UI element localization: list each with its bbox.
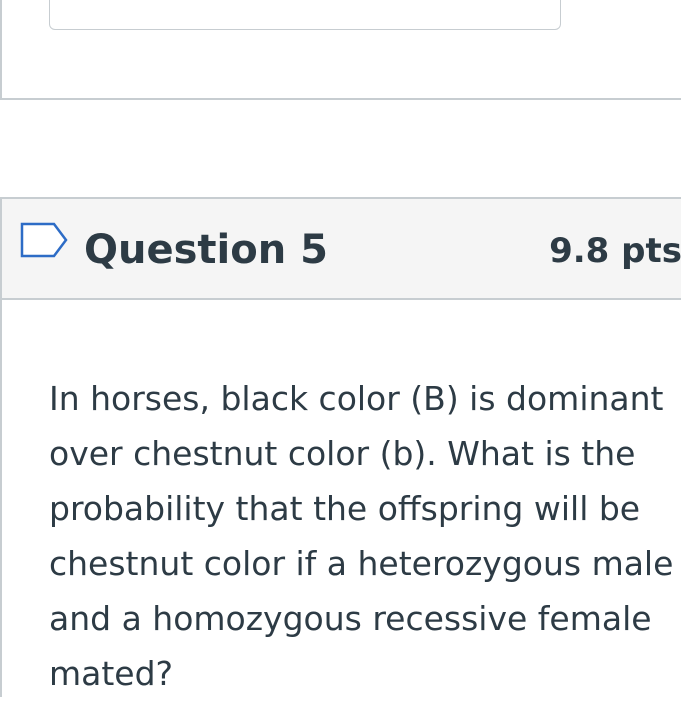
question-text: In horses, black color (B) is dominant o… (49, 379, 674, 693)
question-header: Question 5 9.8 pts (2, 199, 681, 300)
question-points: 9.8 pts (549, 231, 681, 271)
previous-answer-field[interactable] (49, 0, 561, 30)
previous-question-panel (0, 0, 681, 100)
question-title: Question 5 (84, 227, 328, 273)
question-card: Question 5 9.8 pts In horses, black colo… (0, 197, 681, 697)
flag-question-icon[interactable] (20, 222, 68, 258)
